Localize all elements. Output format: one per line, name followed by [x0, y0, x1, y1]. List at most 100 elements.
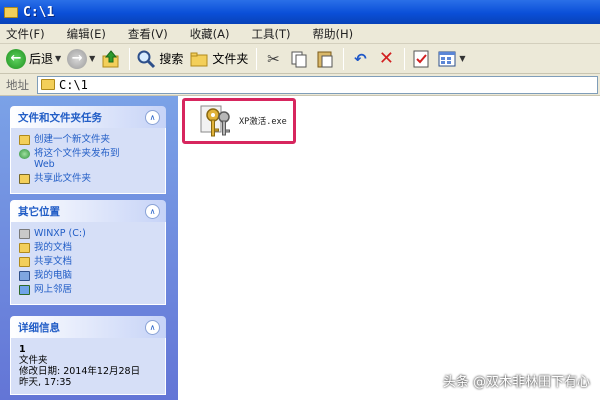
drive-icon — [19, 229, 30, 239]
back-button[interactable]: ← 后退 ▼ — [6, 47, 61, 71]
chevron-down-icon[interactable]: ▼ — [459, 54, 465, 63]
delete-icon: ✕ — [378, 48, 394, 69]
detail-modified: 修改日期: 2014年12月28日 — [19, 366, 141, 377]
link-label: 创建一个新文件夹 — [34, 134, 111, 145]
paste-icon — [315, 49, 335, 69]
file-tasks-panel: 文件和文件夹任务 ∧ 创建一个新文件夹 将这个文件夹发布到 Web 共享此文件夹 — [10, 106, 166, 194]
place-my-documents[interactable]: 我的文档 — [19, 242, 159, 253]
address-value: C:\1 — [59, 77, 88, 92]
toolbar-separator — [256, 47, 258, 70]
link-label: 共享此文件夹 — [34, 173, 92, 184]
toolbar-separator — [129, 47, 131, 70]
copy-icon — [289, 49, 309, 69]
publish-web-link[interactable]: 将这个文件夹发布到 Web — [19, 148, 159, 170]
paste-button[interactable] — [315, 47, 335, 71]
panel-title: 文件和文件夹任务 — [18, 111, 102, 124]
address-bar: 地址 C:\1 — [0, 74, 600, 96]
window-title: C:\1 — [23, 4, 55, 20]
copy-button[interactable] — [289, 47, 309, 71]
back-label: 后退 — [29, 52, 54, 66]
menu-file[interactable]: 文件(F) — [6, 26, 45, 42]
link-label: 我的电脑 — [34, 270, 73, 281]
folders-label: 文件夹 — [212, 52, 249, 66]
link-label: 将这个文件夹发布到 Web — [34, 148, 120, 170]
share-folder-icon — [19, 174, 30, 184]
address-input[interactable]: C:\1 — [37, 75, 598, 94]
delete-button[interactable]: ✕ — [376, 47, 396, 71]
file-list: XP激活.exe 头条 @双木非林田下有心 — [178, 96, 600, 400]
undo-button[interactable]: ↶ — [350, 47, 370, 71]
menu-view[interactable]: 查看(V) — [128, 26, 168, 42]
share-folder-link[interactable]: 共享此文件夹 — [19, 173, 159, 184]
menu-edit[interactable]: 编辑(E) — [67, 26, 106, 42]
back-arrow-icon: ← — [6, 48, 26, 69]
file-item[interactable]: XP激活.exe — [182, 98, 296, 144]
other-places-header[interactable]: 其它位置 ∧ — [10, 200, 166, 222]
new-folder-link[interactable]: 创建一个新文件夹 — [19, 134, 159, 145]
watermark: 头条 @双木非林田下有心 — [442, 375, 590, 390]
computer-icon — [19, 271, 30, 281]
place-drive-c[interactable]: WINXP (C:) — [19, 228, 159, 239]
panel-title: 详细信息 — [18, 321, 60, 334]
file-name: XP激活.exe — [239, 117, 287, 127]
views-icon — [437, 49, 457, 69]
up-folder-icon — [101, 49, 121, 69]
up-folder-button[interactable] — [101, 47, 121, 71]
file-tasks-header[interactable]: 文件和文件夹任务 ∧ — [10, 106, 166, 128]
title-bar[interactable]: C:\1 — [0, 0, 600, 24]
folders-icon — [189, 49, 209, 69]
search-button[interactable]: 搜索 — [136, 47, 183, 71]
globe-icon — [19, 149, 30, 159]
folder-icon — [41, 79, 55, 90]
link-label: 网上邻居 — [34, 284, 73, 295]
views-button[interactable]: ▼ — [437, 47, 466, 71]
detail-type: 文件夹 — [19, 355, 48, 366]
other-places-body: WINXP (C:) 我的文档 共享文档 我的电脑 网上邻居 — [10, 222, 166, 305]
properties-icon — [411, 49, 431, 69]
cut-button[interactable]: ✂ — [263, 47, 283, 71]
search-label: 搜索 — [159, 52, 184, 66]
menu-favorites[interactable]: 收藏(A) — [190, 26, 230, 42]
folders-button[interactable]: 文件夹 — [189, 47, 248, 71]
chevron-down-icon[interactable]: ▼ — [55, 54, 61, 63]
network-icon — [19, 285, 30, 295]
collapse-icon[interactable]: ∧ — [145, 203, 160, 219]
chevron-down-icon[interactable]: ▼ — [89, 54, 95, 63]
new-folder-icon — [19, 135, 30, 145]
folder-icon — [19, 257, 30, 267]
collapse-icon[interactable]: ∧ — [145, 109, 160, 125]
undo-icon: ↶ — [354, 49, 367, 68]
details-panel: 详细信息 ∧ 1 文件夹 修改日期: 2014年12月28日 昨天, 17:35 — [10, 316, 166, 395]
link-label: 我的文档 — [34, 242, 73, 253]
forward-button[interactable]: → ▼ — [67, 47, 95, 71]
collapse-icon[interactable]: ∧ — [145, 319, 160, 335]
task-pane: 文件和文件夹任务 ∧ 创建一个新文件夹 将这个文件夹发布到 Web 共享此文件夹 — [0, 96, 178, 400]
panel-title: 其它位置 — [18, 205, 60, 218]
address-label: 地址 — [6, 77, 29, 92]
place-shared-documents[interactable]: 共享文档 — [19, 256, 159, 267]
detail-time: 昨天, 17:35 — [19, 377, 72, 388]
link-label: 共享文档 — [34, 256, 73, 267]
keys-icon — [197, 103, 235, 139]
properties-button[interactable] — [411, 47, 431, 71]
toolbar-separator — [404, 47, 406, 70]
folder-icon — [4, 6, 18, 18]
toolbar: ← 后退 ▼ → ▼ 搜索 文件夹 ✂ ↶ ✕ ▼ — [0, 44, 600, 74]
place-my-computer[interactable]: 我的电脑 — [19, 270, 159, 281]
toolbar-separator — [343, 47, 345, 70]
explorer-window: C:\1 文件(F) 编辑(E) 查看(V) 收藏(A) 工具(T) 帮助(H)… — [0, 0, 600, 400]
details-header[interactable]: 详细信息 ∧ — [10, 316, 166, 338]
link-label: WINXP (C:) — [34, 228, 86, 239]
menu-bar: 文件(F) 编辑(E) 查看(V) 收藏(A) 工具(T) 帮助(H) — [0, 24, 600, 44]
detail-name: 1 — [19, 344, 26, 355]
search-icon — [136, 49, 156, 69]
menu-tools[interactable]: 工具(T) — [252, 26, 291, 42]
details-body: 1 文件夹 修改日期: 2014年12月28日 昨天, 17:35 — [10, 338, 166, 395]
folder-icon — [19, 243, 30, 253]
place-network[interactable]: 网上邻居 — [19, 284, 159, 295]
forward-arrow-icon: → — [67, 48, 88, 69]
file-tasks-body: 创建一个新文件夹 将这个文件夹发布到 Web 共享此文件夹 — [10, 128, 166, 194]
menu-help[interactable]: 帮助(H) — [313, 26, 354, 42]
other-places-panel: 其它位置 ∧ WINXP (C:) 我的文档 共享文档 我的电脑 网上邻居 — [10, 200, 166, 305]
scissors-icon: ✂ — [267, 49, 280, 68]
